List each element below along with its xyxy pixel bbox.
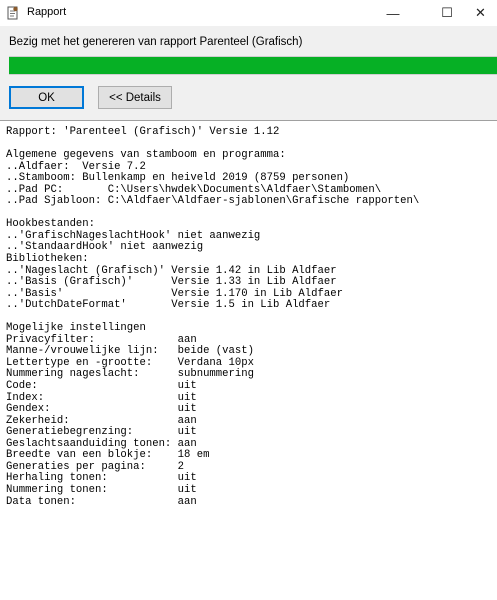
log-line: ..'Basis (Grafisch)' Versie 1.33 in Lib …: [6, 276, 337, 289]
details-button[interactable]: << Details: [98, 86, 172, 109]
log-line: Nummering tonen: uit: [6, 483, 197, 496]
log-line: Gendex: uit: [6, 403, 197, 416]
title-bar: Rapport — ☐ ✕: [0, 0, 497, 26]
log-line: ..'DutchDateFormat' Versie 1.5 in Lib Al…: [6, 299, 331, 312]
minimize-button[interactable]: —: [370, 0, 416, 26]
log-line: ..Pad Sjabloon: C:\Aldfaer\Aldfaer-sjabl…: [6, 195, 420, 208]
ok-button[interactable]: OK: [9, 86, 84, 109]
log-line: Bibliotheken:: [6, 253, 89, 266]
log-line: Algemene gegevens van stamboom en progra…: [6, 149, 286, 162]
window-title: Rapport: [27, 6, 67, 18]
progress-fill: [9, 57, 497, 74]
close-button[interactable]: ✕: [464, 0, 497, 26]
log-line: Code: uit: [6, 380, 197, 393]
status-text: Bezig met het genereren van rapport Pare…: [9, 36, 303, 48]
log-line: Rapport: 'Parenteel (Grafisch)' Versie 1…: [6, 126, 280, 138]
app-icon: [7, 6, 19, 20]
progress-bar: [9, 56, 497, 75]
log-line: ..Stamboom: Bullenkamp en heiveld 2019 (…: [6, 172, 350, 185]
close-icon: ✕: [475, 5, 486, 20]
report-log[interactable]: Rapport: 'Parenteel (Grafisch)' Versie 1…: [0, 120, 497, 600]
maximize-icon: ☐: [441, 5, 453, 20]
log-line: Data tonen: aan: [6, 495, 197, 508]
minimize-icon: —: [386, 5, 400, 21]
